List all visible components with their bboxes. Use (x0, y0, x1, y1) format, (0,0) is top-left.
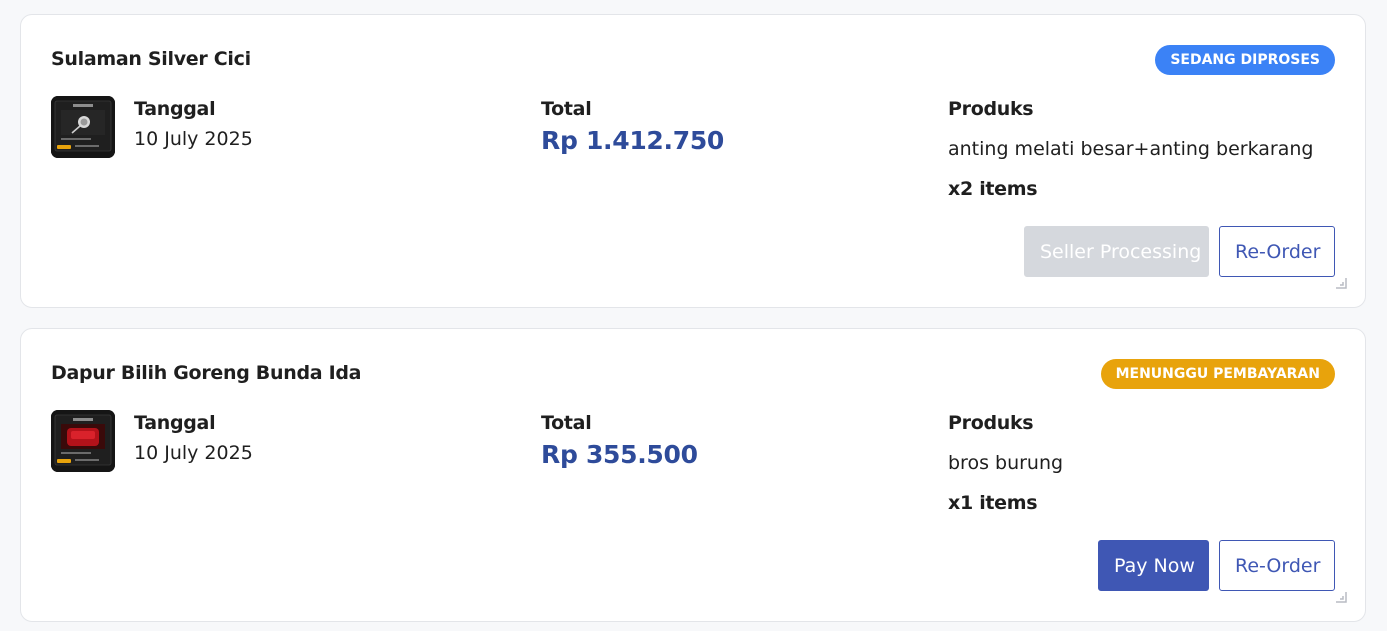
seller-processing-button: Seller Processing (1024, 226, 1209, 277)
seller-name: Dapur Bilih Goreng Bunda Ida (51, 362, 362, 384)
item-count: x2 items (948, 178, 1038, 200)
order-card: Sulaman Silver Cici SEDANG DIPROSES Tang… (20, 14, 1366, 308)
order-card: Dapur Bilih Goreng Bunda Ida MENUNGGU PE… (20, 328, 1366, 622)
date-label: Tanggal (134, 412, 216, 434)
order-date: 10 July 2025 (134, 442, 253, 464)
order-date: 10 July 2025 (134, 128, 253, 150)
product-thumbnail[interactable] (51, 96, 115, 158)
total-label: Total (541, 98, 592, 120)
resize-handle-icon (1336, 592, 1347, 603)
status-badge: SEDANG DIPROSES (1155, 45, 1335, 75)
date-label: Tanggal (134, 98, 216, 120)
products-label: Produks (948, 98, 1034, 120)
status-badge: MENUNGGU PEMBAYARAN (1100, 359, 1335, 389)
reorder-button[interactable]: Re-Order (1219, 226, 1335, 277)
total-label: Total (541, 412, 592, 434)
reorder-button[interactable]: Re-Order (1219, 540, 1335, 591)
product-names: bros burung (948, 452, 1064, 474)
order-list: Sulaman Silver Cici SEDANG DIPROSES Tang… (0, 0, 1387, 631)
order-total: Rp 355.500 (541, 440, 698, 469)
product-names: anting melati besar+anting berkarang (948, 138, 1314, 160)
item-count: x1 items (948, 492, 1038, 514)
resize-handle-icon (1336, 278, 1347, 289)
seller-name: Sulaman Silver Cici (51, 48, 251, 70)
products-label: Produks (948, 412, 1034, 434)
pay-now-button[interactable]: Pay Now (1098, 540, 1209, 591)
product-thumbnail[interactable] (51, 410, 115, 472)
order-total: Rp 1.412.750 (541, 126, 725, 155)
